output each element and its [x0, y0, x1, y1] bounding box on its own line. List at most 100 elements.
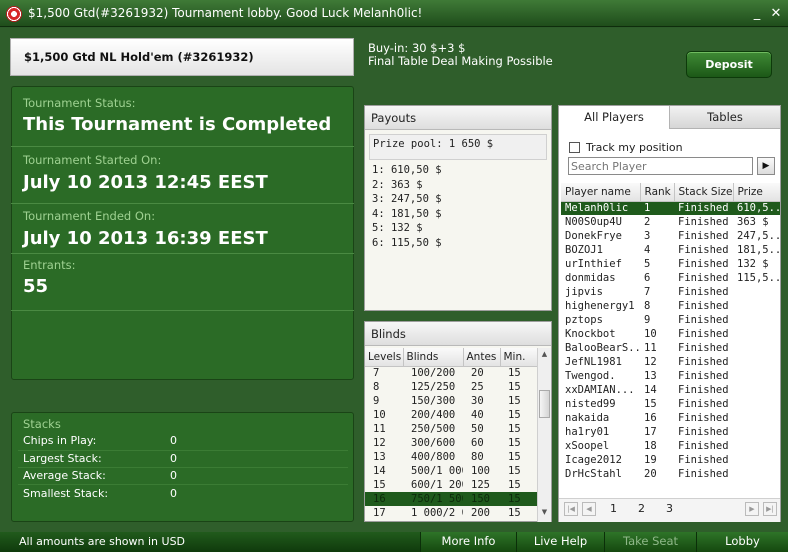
- search-go-icon[interactable]: ▶: [757, 157, 775, 175]
- blinds-cell: 600/1 200: [411, 479, 463, 491]
- col-levels[interactable]: Levels: [365, 348, 404, 367]
- scroll-up-icon[interactable]: ▲: [539, 350, 550, 360]
- player-cell: Finished: [678, 356, 729, 368]
- live-help-button[interactable]: Live Help: [516, 532, 604, 552]
- blinds-cell: 17: [373, 507, 386, 519]
- minimize-button[interactable]: _: [749, 6, 765, 21]
- player-cell: Finished: [678, 230, 729, 242]
- player-cell: Finished: [678, 412, 729, 424]
- blinds-cell: 15: [508, 451, 521, 463]
- player-cell: DrHcStahl: [565, 468, 622, 480]
- player-row[interactable]: jipvis 7 Finished: [561, 285, 780, 299]
- player-cell: xxDAMIAN...: [565, 384, 635, 396]
- blinds-cell: 15: [508, 381, 521, 393]
- player-row[interactable]: pztops 9 Finished: [561, 313, 780, 327]
- col-min[interactable]: Min.: [500, 348, 537, 367]
- player-row[interactable]: nakaida 16 Finished: [561, 411, 780, 425]
- divider: [18, 450, 348, 451]
- scroll-down-icon[interactable]: ▼: [539, 508, 550, 518]
- player-row[interactable]: Knockbot 10 Finished: [561, 327, 780, 341]
- page-3[interactable]: 3: [666, 502, 673, 515]
- deposit-button[interactable]: Deposit: [686, 51, 772, 78]
- payout-place: 5: 132 $: [372, 222, 423, 234]
- entrants-label: Entrants:: [23, 258, 76, 272]
- player-cell: [733, 411, 780, 425]
- page-1[interactable]: 1: [610, 502, 617, 515]
- player-cell: 363 $: [737, 216, 769, 228]
- player-row[interactable]: highenergy1 8 Finished: [561, 299, 780, 313]
- blinds-scrollbar[interactable]: ▲ ▼: [537, 348, 551, 522]
- player-cell: jipvis: [565, 286, 603, 298]
- blinds-row: 9 150/300 30 15: [365, 394, 537, 408]
- player-cell: [733, 439, 780, 453]
- player-row[interactable]: urInthief 5 Finished 132 $: [561, 257, 780, 271]
- player-cell: Finished: [678, 426, 729, 438]
- col-rank[interactable]: Rank: [640, 183, 675, 202]
- player-cell: [733, 299, 780, 313]
- player-cell: [733, 383, 780, 397]
- prize-pool-box: Prize pool: 1 650 $: [369, 134, 547, 160]
- player-row[interactable]: BOZOJ1 4 Finished 181,5...: [561, 243, 780, 257]
- close-button[interactable]: ✕: [768, 6, 784, 21]
- player-cell: 2: [644, 216, 651, 228]
- blinds-cell: 10: [373, 409, 386, 421]
- col-stack-size[interactable]: Stack Size: [674, 183, 734, 202]
- col-prize[interactable]: Prize: [733, 183, 780, 202]
- scroll-thumb[interactable]: [539, 390, 550, 418]
- player-cell: 20: [644, 468, 657, 480]
- more-info-button[interactable]: More Info: [420, 532, 516, 552]
- player-cell: BOZOJ1: [565, 244, 603, 256]
- player-row[interactable]: xxDAMIAN... 14 Finished: [561, 383, 780, 397]
- tab-all-players[interactable]: All Players: [559, 106, 670, 129]
- blinds-cell: 100: [471, 465, 490, 477]
- player-cell: nisted99: [565, 398, 616, 410]
- divider: [11, 203, 354, 204]
- tournament-header: $1,500 Gtd NL Hold'em (#3261932): [10, 38, 354, 76]
- first-page-icon[interactable]: |◀: [564, 502, 578, 516]
- search-player-input[interactable]: [568, 157, 753, 175]
- tab-tables[interactable]: Tables: [670, 106, 780, 129]
- player-cell: 18: [644, 440, 657, 452]
- player-cell: 115,5...: [737, 272, 780, 284]
- player-row[interactable]: DonekFrye 3 Finished 247,5...: [561, 229, 780, 243]
- col-blinds[interactable]: Blinds: [403, 348, 464, 367]
- track-position-checkbox[interactable]: [569, 142, 580, 153]
- page-2[interactable]: 2: [638, 502, 645, 515]
- blinds-cell: 15: [508, 423, 521, 435]
- blinds-cell: 15: [508, 367, 521, 380]
- player-cell: [733, 313, 780, 327]
- player-row[interactable]: N00S0up4U 2 Finished 363 $: [561, 215, 780, 229]
- blinds-cell: 400/800: [411, 451, 456, 463]
- blinds-cell: 15: [508, 395, 521, 407]
- player-row[interactable]: JefNL1981 12 Finished: [561, 355, 780, 369]
- player-row[interactable]: BalooBearS... 11 Finished: [561, 341, 780, 355]
- take-seat-button[interactable]: Take Seat: [604, 532, 696, 552]
- player-row[interactable]: ha1ry01 17 Finished: [561, 425, 780, 439]
- player-cell: 15: [644, 398, 657, 410]
- col-antes[interactable]: Antes: [463, 348, 501, 367]
- blinds-cell: 15: [508, 409, 521, 421]
- largest-stack-label: Largest Stack:: [23, 452, 102, 465]
- lobby-button[interactable]: Lobby: [696, 532, 788, 552]
- player-cell: Finished: [678, 300, 729, 312]
- player-cell: 247,5...: [737, 230, 780, 242]
- player-row[interactable]: Melanh0lic1Finished610,5...: [561, 201, 780, 215]
- player-cell: Finished: [678, 314, 729, 326]
- blinds-cell: 20: [471, 367, 484, 380]
- player-row[interactable]: Icage2012 19 Finished: [561, 453, 780, 467]
- player-cell: 8: [644, 300, 651, 312]
- last-page-icon[interactable]: ▶|: [763, 502, 777, 516]
- player-cell: [733, 467, 780, 481]
- player-row[interactable]: xSoopel 18 Finished: [561, 439, 780, 453]
- blinds-cell: 500/1 000: [411, 465, 463, 477]
- player-row[interactable]: DrHcStahl 20 Finished: [561, 467, 780, 481]
- blinds-cell: 7: [373, 367, 380, 380]
- player-cell: N00S0up4U: [565, 216, 622, 228]
- col-player-name[interactable]: Player name: [561, 183, 641, 202]
- player-cell: Finished: [678, 342, 729, 354]
- prev-page-icon[interactable]: ◀: [582, 502, 596, 516]
- next-page-icon[interactable]: ▶: [745, 502, 759, 516]
- player-row[interactable]: Twengod. 13 Finished: [561, 369, 780, 383]
- player-row[interactable]: donmidas 6 Finished 115,5...: [561, 271, 780, 285]
- player-row[interactable]: nisted99 15 Finished: [561, 397, 780, 411]
